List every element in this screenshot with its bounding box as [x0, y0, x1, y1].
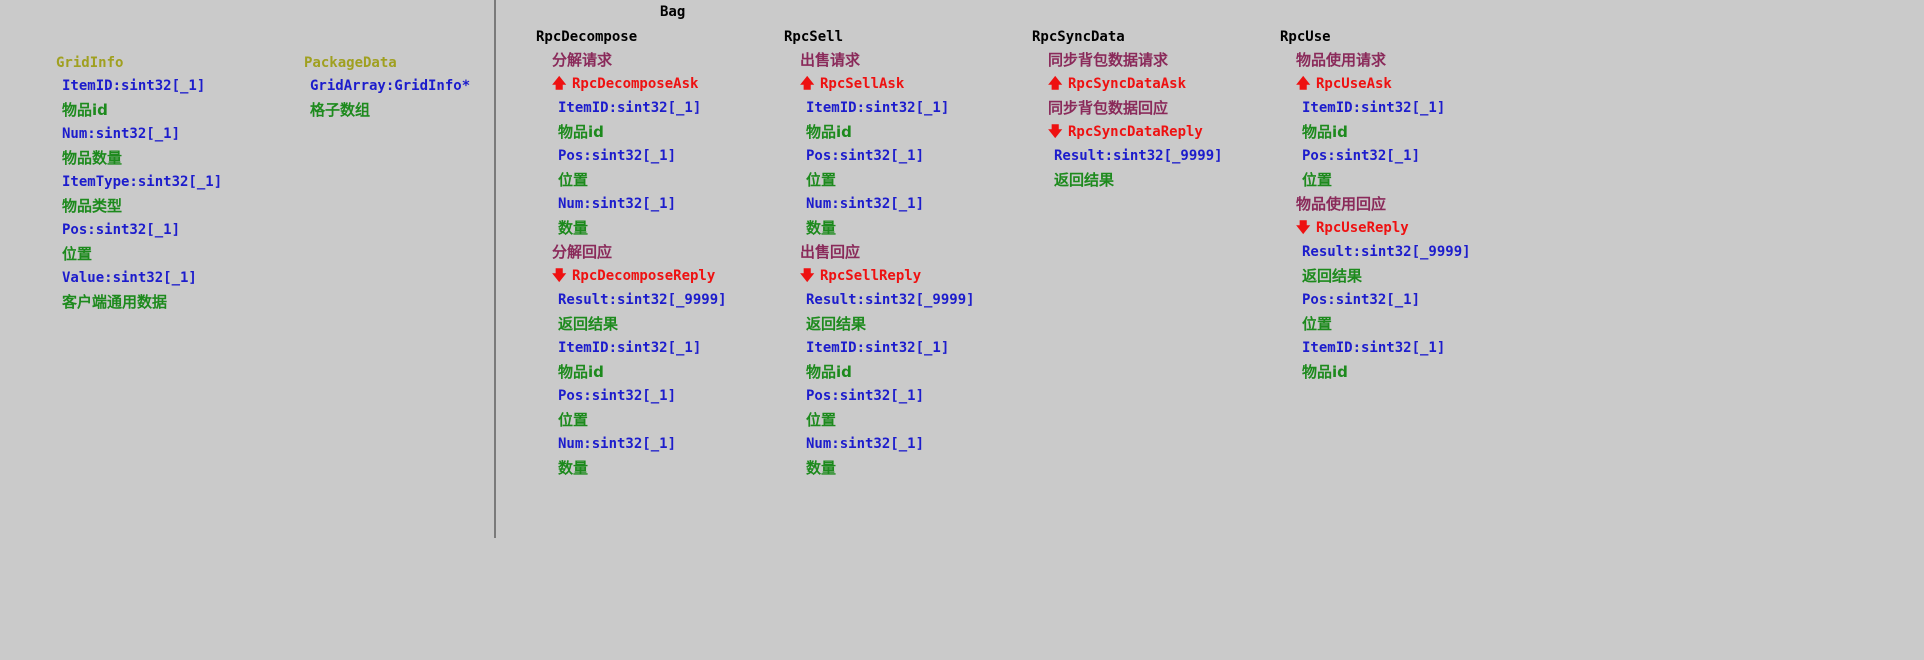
down-arrow-icon: 🡇	[552, 268, 567, 284]
message-field: Num:sint32[_1]	[558, 436, 677, 452]
ask-message-name: RpcDecomposeAsk	[572, 76, 699, 92]
reply-message: 🡇 RpcDecomposeReply	[552, 264, 727, 288]
struct-field: Pos:sint32[_1]	[62, 222, 181, 238]
reply-section-label: 物品使用回应	[1296, 195, 1387, 213]
down-arrow-icon: 🡇	[1296, 220, 1311, 236]
struct-field: Value:sint32[_1]	[62, 270, 197, 286]
struct-field-desc: 物品id	[62, 101, 108, 119]
message-field: Result:sint32[_9999]	[806, 292, 975, 308]
message-field-desc: 数量	[806, 459, 837, 477]
message-field-desc: 位置	[558, 411, 589, 429]
message-field: Pos:sint32[_1]	[558, 148, 677, 164]
message-field-desc: 位置	[1302, 315, 1333, 333]
message-field: Pos:sint32[_1]	[806, 388, 925, 404]
rpc-sell: RpcSell 出售请求 🡅 RpcSellAsk ItemID:sint32[_…	[784, 26, 975, 480]
up-arrow-icon: 🡅	[1296, 76, 1311, 92]
down-arrow-icon: 🡇	[800, 268, 815, 284]
reply-message: 🡇 RpcSyncDataReply	[1048, 120, 1223, 144]
message-field-desc: 返回结果	[1302, 267, 1363, 285]
message-field: ItemID:sint32[_1]	[806, 100, 950, 116]
message-field-desc: 位置	[558, 171, 589, 189]
page-title: Bag	[660, 4, 686, 20]
message-field: Num:sint32[_1]	[558, 196, 677, 212]
reply-section-label: 出售回应	[800, 243, 861, 261]
down-arrow-icon: 🡇	[1048, 124, 1063, 140]
ask-message: 🡅 RpcSellAsk	[800, 72, 975, 96]
message-field: Num:sint32[_1]	[806, 436, 925, 452]
message-field: Result:sint32[_9999]	[1054, 148, 1223, 164]
struct-field: GridArray:GridInfo*	[310, 78, 471, 94]
ask-section-label: 出售请求	[800, 51, 861, 69]
message-field: ItemID:sint32[_1]	[558, 340, 702, 356]
message-field-desc: 返回结果	[806, 315, 867, 333]
message-field: Pos:sint32[_1]	[558, 388, 677, 404]
ask-message-name: RpcSellAsk	[820, 76, 905, 92]
message-field-desc: 数量	[558, 459, 589, 477]
ask-message: 🡅 RpcDecomposeAsk	[552, 72, 727, 96]
rpc-name: RpcUse	[1280, 29, 1331, 45]
rpc-decompose: RpcDecompose 分解请求 🡅 RpcDecomposeAsk ItemI…	[536, 26, 727, 480]
message-field-desc: 数量	[558, 219, 589, 237]
ask-section-label: 物品使用请求	[1296, 51, 1387, 69]
message-field: Pos:sint32[_1]	[1302, 292, 1421, 308]
message-field: Num:sint32[_1]	[806, 196, 925, 212]
struct-field: Num:sint32[_1]	[62, 126, 181, 142]
struct-packagedata: PackageData GridArray:GridInfo* 格子数组	[304, 52, 470, 122]
panel-divider	[494, 0, 496, 538]
message-field-desc: 位置	[1302, 171, 1333, 189]
message-field: Pos:sint32[_1]	[1302, 148, 1421, 164]
rpc-name: RpcDecompose	[536, 29, 638, 45]
up-arrow-icon: 🡅	[552, 76, 567, 92]
rpc-syncdata: RpcSyncData 同步背包数据请求 🡅 RpcSyncDataAsk 同步背…	[1032, 26, 1223, 192]
struct-field: ItemType:sint32[_1]	[62, 174, 223, 190]
message-field-desc: 物品id	[806, 363, 852, 381]
message-field-desc: 位置	[806, 171, 837, 189]
ask-message-name: RpcSyncDataAsk	[1068, 76, 1187, 92]
ask-section-label: 同步背包数据请求	[1048, 51, 1169, 69]
up-arrow-icon: 🡅	[800, 76, 815, 92]
struct-field-desc: 格子数组	[310, 101, 371, 119]
message-field: Pos:sint32[_1]	[806, 148, 925, 164]
message-field: ItemID:sint32[_1]	[1302, 340, 1446, 356]
message-field-desc: 数量	[806, 219, 837, 237]
reply-message-name: RpcDecomposeReply	[572, 268, 716, 284]
reply-message-name: RpcSyncDataReply	[1068, 124, 1203, 140]
ask-message: 🡅 RpcSyncDataAsk	[1048, 72, 1223, 96]
message-field: Result:sint32[_9999]	[1302, 244, 1471, 260]
rpc-name: RpcSyncData	[1032, 29, 1125, 45]
struct-field-desc: 物品数量	[62, 149, 123, 167]
reply-message: 🡇 RpcSellReply	[800, 264, 975, 288]
reply-message: 🡇 RpcUseReply	[1296, 216, 1471, 240]
message-field-desc: 返回结果	[1054, 171, 1115, 189]
reply-section-label: 分解回应	[552, 243, 613, 261]
struct-field-desc: 客户端通用数据	[62, 293, 168, 311]
ask-message: 🡅 RpcUseAsk	[1296, 72, 1471, 96]
message-field-desc: 位置	[806, 411, 837, 429]
message-field: ItemID:sint32[_1]	[1302, 100, 1446, 116]
message-field: Result:sint32[_9999]	[558, 292, 727, 308]
struct-field-desc: 位置	[62, 245, 93, 263]
struct-name: GridInfo	[56, 55, 124, 71]
reply-section-label: 同步背包数据回应	[1048, 99, 1169, 117]
ask-section-label: 分解请求	[552, 51, 613, 69]
message-field-desc: 返回结果	[558, 315, 619, 333]
message-field: ItemID:sint32[_1]	[558, 100, 702, 116]
message-field: ItemID:sint32[_1]	[806, 340, 950, 356]
rpc-name: RpcSell	[784, 29, 844, 45]
message-field-desc: 物品id	[558, 363, 604, 381]
struct-gridinfo: GridInfo ItemID:sint32[_1] 物品id Num:sint…	[56, 52, 222, 314]
message-field-desc: 物品id	[1302, 123, 1348, 141]
message-field-desc: 物品id	[1302, 363, 1348, 381]
message-field-desc: 物品id	[806, 123, 852, 141]
struct-field: ItemID:sint32[_1]	[62, 78, 206, 94]
struct-field-desc: 物品类型	[62, 197, 123, 215]
message-field-desc: 物品id	[558, 123, 604, 141]
rpc-use: RpcUse 物品使用请求 🡅 RpcUseAsk ItemID:sint32[_…	[1280, 26, 1471, 384]
struct-name: PackageData	[304, 55, 397, 71]
ask-message-name: RpcUseAsk	[1316, 76, 1392, 92]
reply-message-name: RpcSellReply	[820, 268, 922, 284]
reply-message-name: RpcUseReply	[1316, 220, 1409, 236]
up-arrow-icon: 🡅	[1048, 76, 1063, 92]
